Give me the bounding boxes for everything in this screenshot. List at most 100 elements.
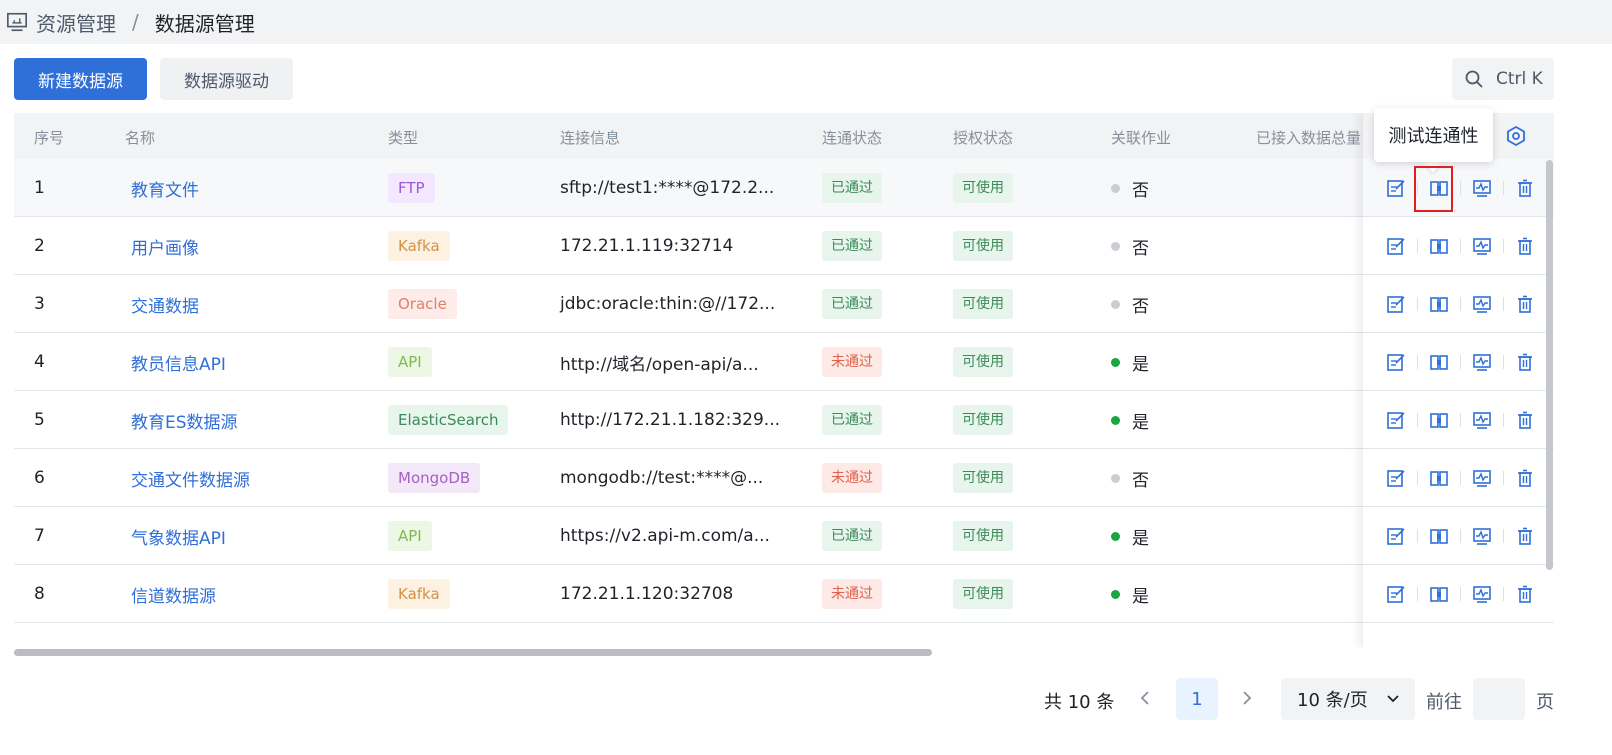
- delete-icon[interactable]: [1514, 351, 1536, 373]
- row-operations: [1363, 449, 1554, 507]
- delete-icon[interactable]: [1514, 583, 1536, 605]
- divider: [1417, 586, 1418, 601]
- monitor-chart-icon[interactable]: [1471, 235, 1493, 257]
- datasource-driver-button[interactable]: 数据源驱动: [160, 58, 293, 100]
- datasource-name-link[interactable]: 气象数据API: [131, 524, 226, 549]
- delete-icon[interactable]: [1514, 409, 1536, 431]
- monitor-chart-icon[interactable]: [1471, 583, 1493, 605]
- datasource-name-link[interactable]: 教员信息API: [131, 350, 226, 375]
- divider: [1460, 354, 1461, 369]
- horizontal-scrollbar[interactable]: [14, 649, 932, 656]
- divider: [1417, 238, 1418, 253]
- type-tag: API: [388, 521, 432, 551]
- linked-status-text: 是: [1132, 412, 1149, 433]
- edit-icon[interactable]: [1385, 293, 1407, 315]
- row-operations: [1363, 565, 1554, 623]
- row-index: 4: [34, 352, 45, 372]
- edit-icon[interactable]: [1385, 351, 1407, 373]
- type-tag: API: [388, 347, 432, 377]
- vertical-scrollbar[interactable]: [1546, 160, 1553, 570]
- col-status: 连通状态: [822, 129, 883, 147]
- connectivity-status-badge: 已通过: [822, 405, 882, 435]
- row-operations: [1363, 217, 1554, 275]
- linked-status-text: 否: [1132, 238, 1149, 259]
- test-connectivity-icon[interactable]: [1428, 525, 1450, 547]
- table-header: 序号 名称 类型 连接信息 连通状态 授权状态 关联作业 已接入数据总量: [14, 113, 1554, 159]
- connectivity-status-badge: 未通过: [822, 463, 882, 493]
- table-row: 5 教育ES数据源 ElasticSearch http://172.21.1.…: [14, 391, 1554, 449]
- row-index: 8: [34, 584, 45, 604]
- new-datasource-button[interactable]: 新建数据源: [14, 58, 147, 100]
- datasource-name-link[interactable]: 交通文件数据源: [131, 466, 250, 491]
- row-operations: [1363, 275, 1554, 333]
- edit-icon[interactable]: [1385, 235, 1407, 257]
- datasource-name-link[interactable]: 教育ES数据源: [131, 408, 238, 433]
- type-tag: Kafka: [388, 231, 450, 261]
- goto-label: 前往: [1426, 692, 1462, 713]
- table-row: 4 教员信息API API http://域名/open-api/a... 未通…: [14, 333, 1554, 391]
- divider: [1460, 412, 1461, 427]
- test-connectivity-icon[interactable]: [1428, 583, 1450, 605]
- connection-info: sftp://test1:****@172.2...: [560, 178, 775, 198]
- row-index: 7: [34, 526, 45, 546]
- breadcrumb-root[interactable]: 资源管理: [36, 8, 116, 37]
- edit-icon[interactable]: [1385, 583, 1407, 605]
- monitor-chart-icon[interactable]: [1471, 409, 1493, 431]
- page-size-select[interactable]: 10 条/页: [1281, 678, 1415, 720]
- divider: [1503, 238, 1504, 253]
- delete-icon[interactable]: [1514, 177, 1536, 199]
- divider: [1460, 528, 1461, 543]
- edit-icon[interactable]: [1385, 177, 1407, 199]
- prev-page-icon[interactable]: [1138, 688, 1152, 713]
- datasource-name-link[interactable]: 信道数据源: [131, 582, 216, 607]
- col-type: 类型: [388, 129, 419, 147]
- edit-icon[interactable]: [1385, 409, 1407, 431]
- connection-info: 172.21.1.119:32714: [560, 236, 734, 256]
- total-count: 共 10 条: [1044, 692, 1115, 713]
- linked-status-dot: [1111, 473, 1120, 483]
- datasource-name-link[interactable]: 交通数据: [131, 292, 199, 317]
- col-conn: 连接信息: [560, 129, 621, 147]
- linked-status-dot: [1111, 357, 1120, 367]
- test-connectivity-icon[interactable]: [1428, 409, 1450, 431]
- divider: [1417, 470, 1418, 485]
- search-button[interactable]: Ctrl K: [1452, 58, 1554, 100]
- monitor-chart-icon[interactable]: [1471, 467, 1493, 489]
- test-connectivity-icon[interactable]: [1428, 351, 1450, 373]
- search-icon: [1465, 70, 1483, 88]
- divider: [1503, 180, 1504, 195]
- linked-status-dot: [1111, 531, 1120, 541]
- monitor-chart-icon[interactable]: [1471, 525, 1493, 547]
- connection-info: http://域名/open-api/a...: [560, 354, 759, 375]
- connection-info: mongodb://test:****@...: [560, 468, 764, 488]
- delete-icon[interactable]: [1514, 467, 1536, 489]
- next-page-icon[interactable]: [1240, 688, 1254, 713]
- divider: [1503, 412, 1504, 427]
- table-row: 3 交通数据 Oracle jdbc:oracle:thin:@//172...…: [14, 275, 1554, 333]
- monitor-chart-icon[interactable]: [1471, 177, 1493, 199]
- page-button-1[interactable]: 1: [1176, 678, 1218, 720]
- monitor-chart-icon[interactable]: [1471, 351, 1493, 373]
- goto-page-input[interactable]: [1473, 678, 1525, 720]
- test-connectivity-icon[interactable]: [1428, 235, 1450, 257]
- linked-status-text: 是: [1132, 528, 1149, 549]
- test-connectivity-icon[interactable]: [1428, 467, 1450, 489]
- datasource-name-link[interactable]: 教育文件: [131, 176, 199, 201]
- delete-icon[interactable]: [1514, 235, 1536, 257]
- chevron-down-icon: [1387, 695, 1399, 703]
- edit-icon[interactable]: [1385, 525, 1407, 547]
- row-index: 2: [34, 236, 45, 256]
- table-row: 7 气象数据API API https://v2.api-m.com/a... …: [14, 507, 1554, 565]
- table-row: 2 用户画像 Kafka 172.21.1.119:32714 已通过 可使用 …: [14, 217, 1554, 275]
- breadcrumb: 资源管理 / 数据源管理: [0, 0, 1612, 44]
- datasource-name-link[interactable]: 用户画像: [131, 234, 199, 259]
- column-settings-icon[interactable]: [1505, 125, 1527, 147]
- connection-info: https://v2.api-m.com/a...: [560, 526, 770, 546]
- monitor-chart-icon[interactable]: [1471, 293, 1493, 315]
- edit-icon[interactable]: [1385, 467, 1407, 489]
- delete-icon[interactable]: [1514, 525, 1536, 547]
- table-row: 1 教育文件 FTP sftp://test1:****@172.2... 已通…: [14, 159, 1554, 217]
- page-title: 数据源管理: [154, 11, 255, 36]
- delete-icon[interactable]: [1514, 293, 1536, 315]
- test-connectivity-icon[interactable]: [1428, 293, 1450, 315]
